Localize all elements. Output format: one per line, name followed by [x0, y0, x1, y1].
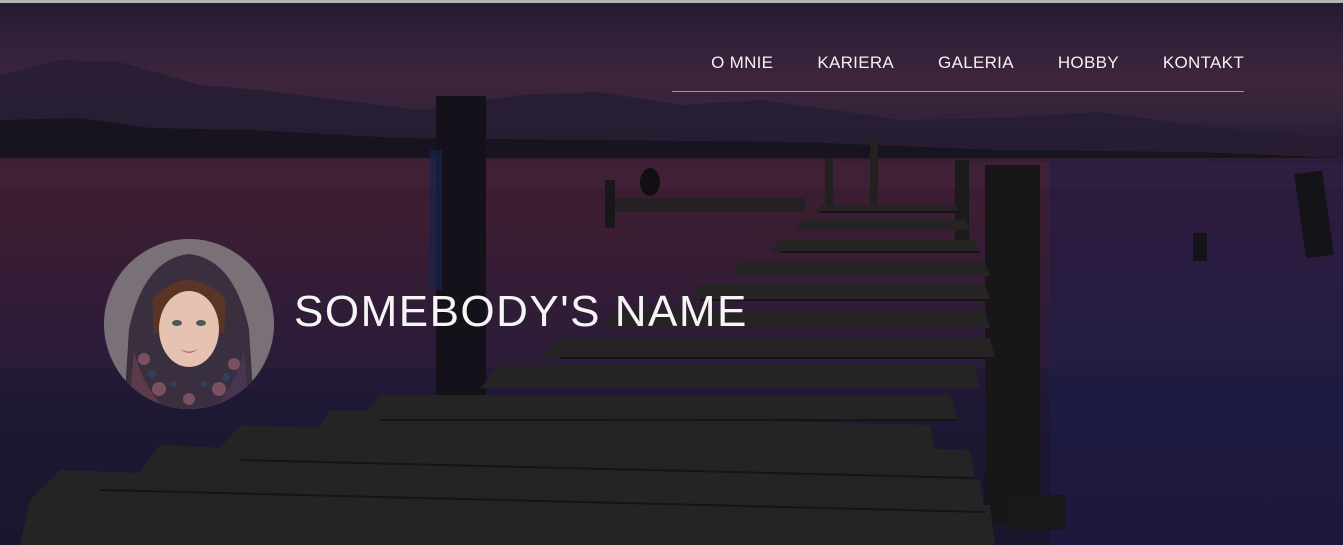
nav-item-galeria[interactable]: GALERIA	[938, 50, 1014, 76]
avatar-portrait-image	[104, 239, 274, 409]
hero-section: O MNIE KARIERA GALERIA HOBBY KONTAKT SOM…	[0, 0, 1343, 545]
nav-item-o-mnie[interactable]: O MNIE	[711, 50, 773, 76]
profile-name: SOMEBODY'S NAME	[294, 287, 748, 336]
main-navigation: O MNIE KARIERA GALERIA HOBBY KONTAKT	[711, 50, 1244, 76]
avatar	[104, 239, 274, 409]
nav-item-hobby[interactable]: HOBBY	[1058, 50, 1119, 76]
nav-item-kontakt[interactable]: KONTAKT	[1163, 50, 1244, 76]
nav-item-kariera[interactable]: KARIERA	[817, 50, 894, 76]
nav-underline	[672, 91, 1244, 92]
